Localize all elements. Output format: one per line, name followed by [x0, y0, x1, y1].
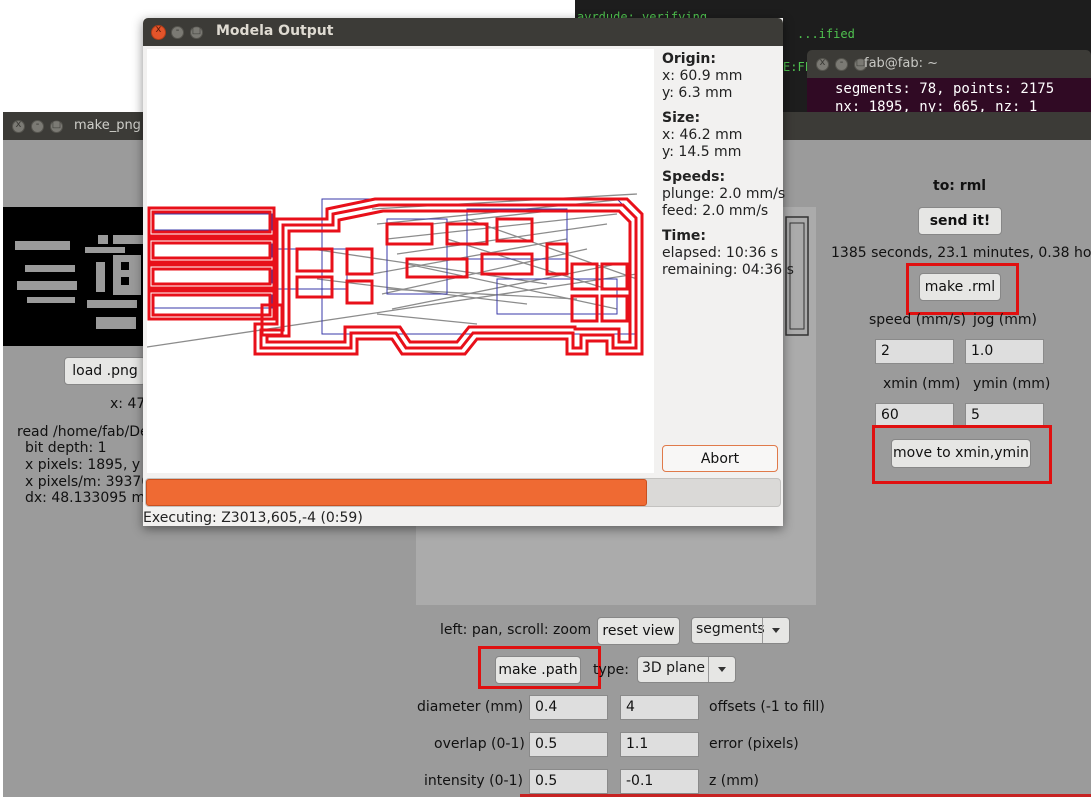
overlap-label: overlap (0-1): [434, 736, 525, 752]
chevron-down-icon: [708, 657, 735, 682]
info-line: read /home/fab/De: [17, 424, 149, 440]
board-image: [15, 235, 143, 329]
type-label: type:: [593, 662, 629, 678]
close-icon[interactable]: x: [12, 119, 25, 133]
xmin-label: xmin (mm): [883, 376, 961, 392]
jog-label: jog (mm): [973, 312, 1037, 328]
remaining-time: remaining: 04:36 s: [662, 262, 794, 278]
progress-bar: [145, 478, 781, 507]
view-mode-value: segments: [696, 621, 765, 637]
type-select[interactable]: 3D plane: [637, 656, 736, 683]
intensity-label: intensity (0-1): [424, 773, 523, 789]
send-it-button[interactable]: send it!: [918, 207, 1002, 235]
minimize-icon[interactable]: -: [31, 119, 44, 133]
diameter-label: diameter (mm): [417, 699, 524, 715]
maximize-icon[interactable]: □: [50, 119, 63, 133]
toolpath-canvas[interactable]: [146, 49, 654, 473]
size-heading: Size:: [662, 110, 701, 126]
diameter-input[interactable]: 0.4: [529, 695, 608, 720]
info-line: x pixels/m: 39370: [25, 474, 151, 490]
speed-input[interactable]: 2: [875, 339, 954, 364]
error-label: error (pixels): [709, 736, 799, 752]
output-format-label: to: rml: [933, 178, 987, 194]
minimize-icon[interactable]: -: [835, 57, 848, 71]
close-icon[interactable]: x: [151, 24, 166, 40]
offsets-input[interactable]: 4: [620, 695, 699, 720]
progress-fill: [146, 479, 647, 506]
speeds-heading: Speeds:: [662, 169, 726, 185]
window-title: make_png: [74, 118, 141, 133]
intensity-input[interactable]: 0.5: [529, 769, 608, 794]
info-line: bit depth: 1: [25, 440, 107, 456]
status-text: Executing: Z3013,605,-4 (0:59): [143, 510, 363, 526]
abort-button[interactable]: Abort: [662, 445, 778, 472]
size-y: y: 14.5 mm: [662, 144, 742, 160]
minimize-icon[interactable]: -: [171, 25, 184, 39]
png-preview: [3, 207, 145, 346]
reset-view-button[interactable]: reset view: [597, 617, 680, 645]
jog-input[interactable]: 1.0: [965, 339, 1044, 364]
ymin-label: ymin (mm): [973, 376, 1051, 392]
z-label: z (mm): [709, 773, 759, 789]
terminal-titlebar[interactable]: x - □ fab@fab: ~: [807, 50, 1091, 78]
z-input[interactable]: -0.1: [620, 769, 699, 794]
terminal-window: x - □ fab@fab: ~ segments: 78, points: 2…: [807, 50, 1091, 120]
error-input[interactable]: 1.1: [620, 732, 699, 757]
time-heading: Time:: [662, 228, 707, 244]
chevron-down-icon: [762, 618, 789, 643]
plunge-speed: plunge: 2.0 mm/s: [662, 186, 786, 202]
terminal-line: ...ified: [797, 27, 855, 41]
feed-speed: feed: 2.0 mm/s: [662, 203, 769, 219]
dialog-title: Modela Output: [216, 23, 334, 39]
speed-label: speed (mm/s): [869, 312, 966, 328]
time-estimate: 1385 seconds, 23.1 minutes, 0.38 hours: [831, 245, 1091, 261]
highlight-box: [872, 425, 1052, 484]
info-line: dx: 48.133095 mm: [25, 490, 159, 506]
terminal-title: fab@fab: ~: [864, 56, 938, 71]
toolpath-drawing: [146, 193, 644, 356]
load-png-button[interactable]: load .png: [64, 357, 146, 385]
info-line: x pixels: 1895, y pi: [25, 457, 158, 473]
terminal-line: segments: 78, points: 2175: [835, 81, 1055, 97]
highlight-box: [906, 263, 1019, 315]
size-x: x: 46.2 mm: [662, 127, 743, 143]
view-mode-select[interactable]: segments: [691, 617, 790, 644]
highlight-box: [478, 646, 601, 689]
origin-x: x: 60.9 mm: [662, 68, 743, 84]
pan-zoom-hint: left: pan, scroll: zoom: [440, 622, 592, 638]
dialog-titlebar[interactable]: x - □ Modela Output: [143, 18, 783, 46]
overlap-input[interactable]: 0.5: [529, 732, 608, 757]
origin-heading: Origin:: [662, 51, 716, 67]
origin-y: y: 6.3 mm: [662, 85, 733, 101]
modela-output-dialog: x - □ Modela Output Origin: x: 60.9 mm y…: [143, 18, 794, 526]
close-icon[interactable]: x: [816, 57, 829, 71]
elapsed-time: elapsed: 10:36 s: [662, 245, 779, 261]
offsets-label: offsets (-1 to fill): [709, 699, 825, 715]
type-value: 3D plane: [642, 660, 705, 676]
maximize-icon[interactable]: □: [190, 25, 203, 39]
